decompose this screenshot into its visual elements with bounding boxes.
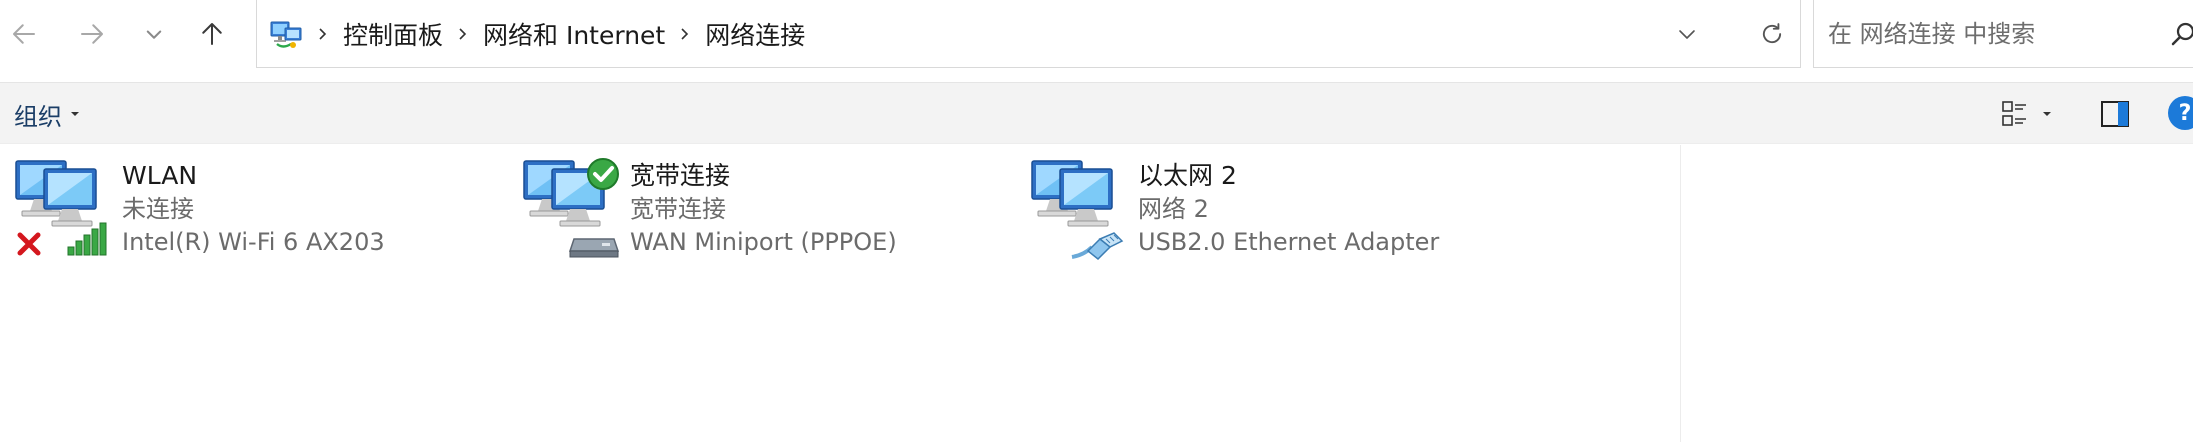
address-history-button[interactable] bbox=[1667, 14, 1707, 54]
forward-button[interactable] bbox=[70, 12, 114, 56]
caret-down-icon bbox=[71, 112, 79, 116]
arrow-left-icon bbox=[13, 24, 35, 44]
search-icon[interactable] bbox=[2168, 19, 2193, 49]
breadcrumb-control-panel[interactable]: 控制面板 bbox=[333, 16, 453, 52]
pane-divider bbox=[1680, 145, 1681, 442]
connection-name: WLAN bbox=[122, 161, 198, 190]
chevron-down-icon bbox=[1679, 30, 1695, 39]
refresh-icon bbox=[1762, 23, 1782, 44]
breadcrumb-network-connections[interactable]: 网络连接 bbox=[695, 16, 815, 52]
command-bar: 组织 bbox=[0, 82, 2193, 144]
recent-locations-button[interactable] bbox=[132, 12, 176, 56]
organize-menu-button[interactable]: 组织 bbox=[14, 83, 80, 145]
search-box[interactable]: 在 网络连接 中搜索 bbox=[1813, 0, 2193, 68]
connection-status: 宽带连接 bbox=[630, 195, 726, 223]
chevron-down-icon bbox=[146, 30, 162, 39]
connection-device: Intel(R) Wi-Fi 6 AX203 bbox=[122, 228, 385, 256]
organize-label: 组织 bbox=[14, 102, 62, 131]
connection-name: 宽带连接 bbox=[630, 161, 731, 190]
disconnected-x-icon bbox=[17, 232, 41, 256]
connection-status: 网络 2 bbox=[1138, 195, 1209, 223]
connection-item-ethernet-2[interactable]: 以太网 2 网络 2 USB2.0 Ethernet Adapter bbox=[1030, 157, 1530, 267]
arrow-up-icon bbox=[202, 23, 222, 45]
breadcrumb-separator-icon[interactable] bbox=[313, 24, 333, 44]
arrow-right-icon bbox=[81, 24, 103, 44]
navigation-bar: 控制面板 网络和 Internet 网络连接 在 网络连接 中搜索 bbox=[0, 0, 2193, 82]
connection-details: WLAN 未连接 Intel(R) Wi-Fi 6 AX203 bbox=[122, 159, 385, 259]
connection-name: 以太网 2 bbox=[1138, 161, 1237, 190]
refresh-button[interactable] bbox=[1752, 14, 1792, 54]
change-view-button[interactable] bbox=[2000, 97, 2060, 131]
connection-item-broadband[interactable]: 宽带连接 宽带连接 WAN Miniport (PPPOE) bbox=[522, 157, 1022, 267]
search-input[interactable]: 在 网络连接 中搜索 bbox=[1828, 0, 2035, 68]
connection-status: 未连接 bbox=[122, 195, 194, 223]
preview-pane-icon[interactable] bbox=[2098, 97, 2132, 131]
connected-check-icon bbox=[587, 158, 619, 190]
breadcrumb: 控制面板 网络和 Internet 网络连接 bbox=[313, 0, 815, 68]
connections-list: WLAN 未连接 Intel(R) Wi-Fi 6 AX203 宽带连接 宽带连… bbox=[0, 145, 2193, 442]
modem-icon bbox=[568, 238, 620, 258]
ethernet-cable-icon bbox=[1071, 232, 1124, 261]
network-connections-folder-icon bbox=[270, 21, 302, 48]
connection-details: 宽带连接 宽带连接 WAN Miniport (PPPOE) bbox=[630, 159, 897, 259]
address-bar[interactable]: 控制面板 网络和 Internet 网络连接 bbox=[256, 0, 1801, 68]
breadcrumb-separator-icon[interactable] bbox=[453, 24, 473, 44]
caret-down-icon bbox=[2043, 112, 2051, 116]
wifi-signal-icon bbox=[67, 222, 107, 256]
connection-details: 以太网 2 网络 2 USB2.0 Ethernet Adapter bbox=[1138, 159, 1439, 259]
connection-device: USB2.0 Ethernet Adapter bbox=[1138, 228, 1440, 256]
connection-device: WAN Miniport (PPPOE) bbox=[630, 228, 897, 256]
view-options-icon bbox=[2002, 101, 2026, 126]
breadcrumb-separator-icon[interactable] bbox=[675, 24, 695, 44]
connection-item-wlan[interactable]: WLAN 未连接 Intel(R) Wi-Fi 6 AX203 bbox=[14, 157, 514, 267]
up-button[interactable] bbox=[190, 12, 234, 56]
breadcrumb-network-and-internet[interactable]: 网络和 Internet bbox=[473, 16, 675, 52]
back-button[interactable] bbox=[2, 12, 46, 56]
